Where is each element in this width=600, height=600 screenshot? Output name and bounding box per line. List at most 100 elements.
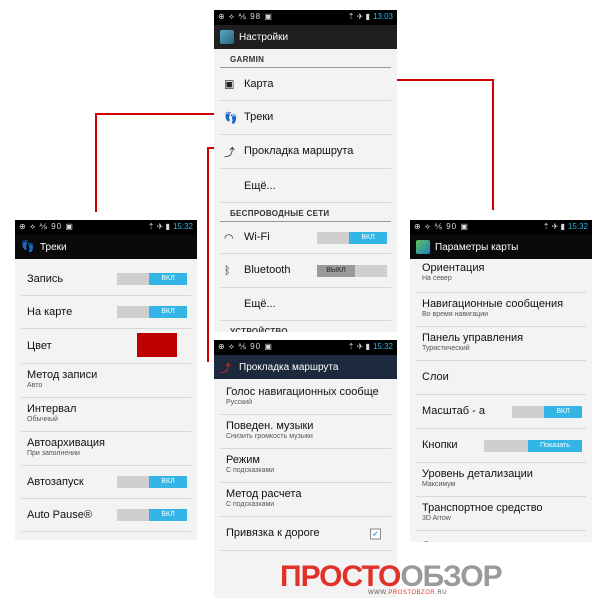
scale-toggle[interactable]: ВКЛ [512, 405, 582, 418]
row-label: Слои [422, 371, 449, 383]
row-label: Режим [226, 454, 260, 466]
settings-item-bluetooth[interactable]: ᛒ Bluetooth ВЫКЛ [220, 254, 391, 288]
settings-item-more[interactable]: Ещё... [220, 169, 391, 203]
toggle-knob: ВЫКЛ [317, 264, 355, 277]
bluetooth-toggle[interactable]: ВЫКЛ [317, 264, 387, 277]
connector-tracks-v [95, 113, 97, 212]
routing-row-snap-road[interactable]: Привязка к дороге ✔ [220, 517, 391, 551]
tracks-row-method[interactable]: Метод записи Авто [21, 364, 191, 398]
status-icons-right: ⇡ ✈ ▮ 15:32 [542, 222, 588, 231]
toggle-knob: ВКЛ [149, 509, 187, 521]
settings-item-label: Прокладка маршрута [244, 145, 354, 157]
row-label: Навигационные сообщения [422, 298, 564, 310]
logo-part-1: ПРОСТО [280, 560, 401, 593]
row-sub: Туристический [422, 345, 470, 352]
autopause-toggle[interactable]: ВКЛ [117, 509, 187, 521]
map-row-map-info[interactable]: Сведения о карте [416, 531, 586, 542]
color-swatch[interactable] [137, 333, 177, 357]
tracks-row-autoarchive[interactable]: Автоархивация При заполнении [21, 432, 191, 466]
row-label: Метод расчета [226, 488, 302, 500]
clock: 15:32 [372, 342, 393, 351]
status-bar: ⊕ ⟡ ⅍ 98 ▣ ⇡ ✈ ▮ 13:03 [214, 10, 397, 25]
map-row-dashboard[interactable]: Панель управления Туристический [416, 327, 586, 361]
tracks-row-on-map[interactable]: На карте ВКЛ [21, 296, 191, 329]
settings-item-tracks[interactable]: 👣 Треки [220, 101, 391, 135]
status-bar: ⊕ ⟡ ⅍ 90 ▣ ⇡ ✈ ▮ 15:32 [15, 220, 197, 235]
page-title: Параметры карты [435, 241, 519, 253]
tracks-row-record[interactable]: Запись ВКЛ [21, 263, 191, 296]
autostart-toggle[interactable]: ВКЛ [117, 476, 187, 488]
route-icon: ⤴ [224, 146, 235, 159]
map-row-scale[interactable]: Масштаб - а ВКЛ [416, 395, 586, 429]
routing-row-music[interactable]: Поведен. музыки Снизить громкость музыки [220, 415, 391, 449]
row-sub: Максимум [422, 481, 456, 488]
row-label: Панель управления [422, 332, 524, 344]
status-bar: ⊕ ⟡ ⅍ 90 ▣ ⇡ ✈ ▮ 15:32 [214, 340, 397, 355]
settings-item-label: Ещё... [244, 180, 276, 192]
settings-item-label: Карта [244, 78, 274, 90]
tracks-row-autostart[interactable]: Автозапуск ВКЛ [21, 466, 191, 499]
map-icon: ▣ [224, 78, 235, 91]
toggle-knob: ВКЛ [149, 476, 187, 488]
routing-row-voice[interactable]: Голос навигационных сообще Русский [220, 381, 391, 415]
status-icons-left: ⊕ ⟡ ⅍ 90 ▣ [218, 342, 273, 351]
row-label: Голос навигационных сообще [226, 386, 379, 398]
settings-app-icon [220, 30, 234, 44]
settings-item-label: Треки [244, 111, 274, 123]
settings-item-more-wireless[interactable]: Ещё... [220, 288, 391, 321]
clock: 13:03 [372, 12, 393, 21]
connector-route-v [207, 147, 209, 362]
record-toggle[interactable]: ВКЛ [117, 273, 187, 285]
status-icons-left: ⊕ ⟡ ⅍ 90 ▣ [19, 222, 74, 231]
bluetooth-icon: ᛒ [224, 264, 231, 277]
connector-map-v [492, 79, 494, 210]
tracks-row-color[interactable]: Цвет [21, 329, 191, 364]
map-row-buttons[interactable]: Кнопки Показать [416, 429, 586, 463]
row-sub: На север [422, 275, 452, 282]
map-row-vehicle[interactable]: Транспортное средство 3D Arrow [416, 497, 586, 531]
toggle-knob: ВКЛ [544, 405, 582, 418]
toggle-knob: ВКЛ [349, 231, 387, 244]
snap-road-checkbox[interactable]: ✔ [370, 528, 381, 539]
row-label: Уровень детализации [422, 468, 533, 480]
route-icon: ⤴ [220, 363, 231, 375]
map-icon [416, 240, 430, 254]
status-icons-right: ⇡ ✈ ▮ 15:32 [347, 342, 393, 351]
page-title: Настройки [239, 31, 289, 43]
on-map-toggle[interactable]: ВКЛ [117, 306, 187, 318]
action-bar: Настройки [214, 25, 397, 49]
row-label: Автоархивация [27, 437, 105, 449]
row-sub: С подсказками [226, 467, 275, 474]
clock: 15:32 [567, 222, 588, 231]
routing-row-calc[interactable]: Метод расчета С подсказками [220, 483, 391, 517]
map-row-orientation[interactable]: Ориентация На север [416, 259, 586, 293]
map-row-nav-messages[interactable]: Навигационные сообщения Во время навигац… [416, 293, 586, 327]
section-header-device: УСТРОЙСТВО [220, 321, 391, 332]
tracks-row-autopause[interactable]: Auto Pause® ВКЛ [21, 499, 191, 532]
status-icons-left: ⊕ ⟡ ⅍ 90 ▣ [414, 222, 469, 231]
tracks-row-interval[interactable]: Интервал Обычный [21, 398, 191, 432]
logo-part-2: ОБЗОР [400, 560, 502, 593]
routing-row-mode[interactable]: Режим С подсказками [220, 449, 391, 483]
toggle-knob: ВКЛ [149, 306, 187, 318]
row-sub: Снизить громкость музыки [226, 433, 313, 440]
wifi-icon: ◠ [224, 232, 234, 244]
settings-item-wifi[interactable]: ◠ Wi-Fi ВКЛ [220, 222, 391, 254]
site-logo: ПРОСТООБЗОР [280, 560, 503, 594]
map-params-screen: ⊕ ⟡ ⅍ 90 ▣ ⇡ ✈ ▮ 15:32 Параметры карты Ор… [410, 220, 592, 542]
buttons-toggle[interactable]: Показать [484, 439, 582, 452]
settings-item-routing[interactable]: ⤴ Прокладка маршрута [220, 135, 391, 169]
tracks-screen: ⊕ ⟡ ⅍ 90 ▣ ⇡ ✈ ▮ 15:32 👣 Треки Запись ВКЛ… [15, 220, 197, 540]
map-row-detail[interactable]: Уровень детализации Максимум [416, 463, 586, 497]
footprints-icon: 👣 [21, 241, 35, 253]
status-bar: ⊕ ⟡ ⅍ 90 ▣ ⇡ ✈ ▮ 15:32 [410, 220, 592, 235]
map-row-layers[interactable]: Слои [416, 361, 586, 395]
connector-tracks-h [95, 113, 220, 115]
toggle-knob: ВКЛ [149, 273, 187, 285]
site-url: WWW.PROSTOBZOR.RU [368, 590, 448, 596]
wifi-toggle[interactable]: ВКЛ [317, 231, 387, 244]
settings-item-map[interactable]: ▣ Карта [220, 68, 391, 101]
status-icons-left: ⊕ ⟡ ⅍ 98 ▣ [218, 12, 273, 21]
settings-screen: ⊕ ⟡ ⅍ 98 ▣ ⇡ ✈ ▮ 13:03 Настройки GARMIN ▣… [214, 10, 397, 332]
toggle-knob: Показать [528, 439, 582, 452]
